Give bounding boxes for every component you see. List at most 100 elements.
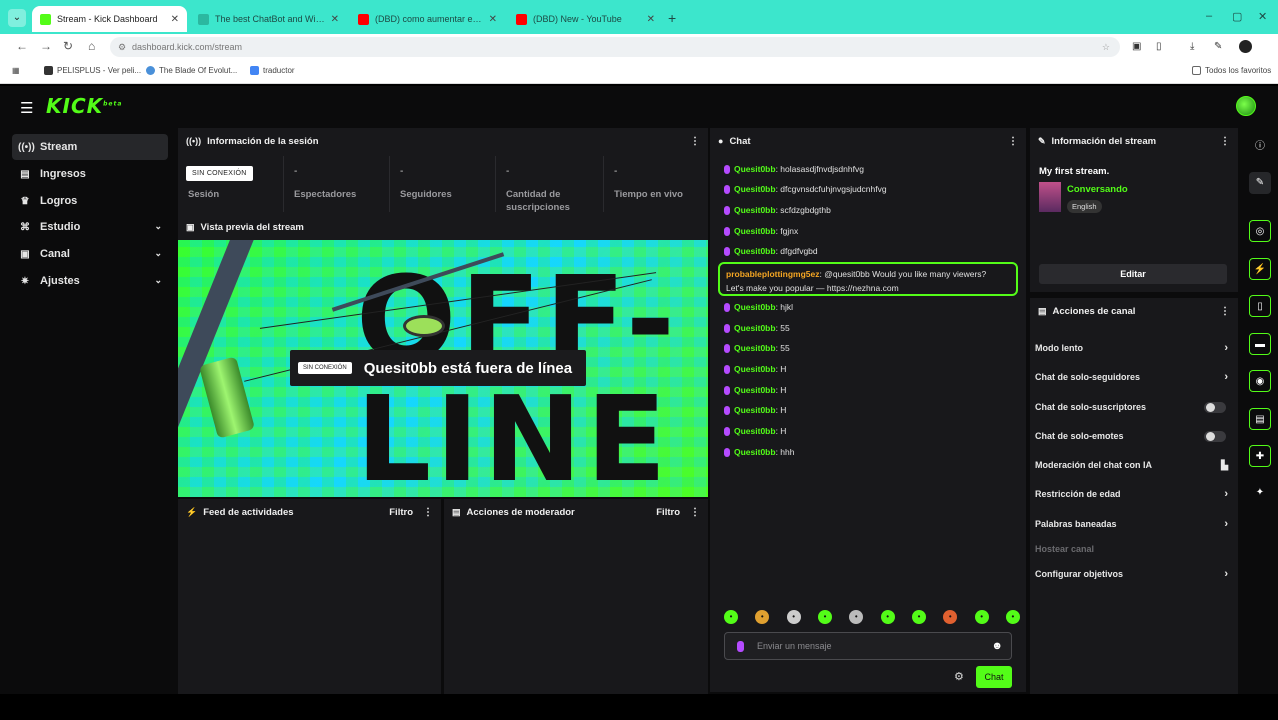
stream-category[interactable]: Conversando (1067, 184, 1128, 195)
sidebar-item-logros[interactable]: ♛ Logros (12, 188, 168, 214)
emote-icon[interactable]: • (911, 610, 926, 624)
edit-stream-button[interactable]: Editar (1039, 264, 1227, 284)
chat-username[interactable]: Quesit0bb (734, 323, 776, 333)
chat-message-input[interactable]: Enviar un mensaje ☻ (724, 632, 1012, 660)
shield-icon[interactable]: ▤ (1249, 408, 1271, 430)
chat-username[interactable]: Quesit0bb (734, 246, 776, 256)
subscribers-only-toggle[interactable] (1204, 402, 1226, 413)
bolt-icon[interactable]: ⚡ (1249, 258, 1271, 280)
category-thumbnail[interactable] (1039, 182, 1061, 212)
user-avatar[interactable] (1236, 96, 1256, 116)
chat-username[interactable]: Quesit0bb (734, 164, 776, 174)
chat-username[interactable]: Quesit0bb (734, 343, 776, 353)
filter-button[interactable]: Filtro (389, 507, 413, 518)
more-options-icon[interactable]: ⋮ (1008, 136, 1018, 147)
site-info-icon[interactable]: ⚙ (118, 37, 126, 57)
chat-username[interactable]: Quesit0bb (734, 385, 776, 395)
followers-only-item[interactable]: Chat de solo-seguidores › (1035, 367, 1230, 387)
browser-tab-youtube-1[interactable]: (DBD) como aumentar el bebo... ✕ (350, 6, 505, 32)
bookmark-traductor[interactable]: traductor (250, 66, 295, 75)
chat-settings-gear-icon[interactable]: ⚙ (954, 670, 964, 683)
more-options-icon[interactable]: ⋮ (690, 507, 700, 518)
more-options-icon[interactable]: ⋮ (1220, 136, 1230, 147)
bookmark-pelisplus[interactable]: PELISPLUS - Ver peli... (44, 66, 141, 75)
banned-words-item[interactable]: Palabras baneadas › (1035, 514, 1230, 534)
browser-tab-kick-dashboard[interactable]: Stream - Kick Dashboard ✕ (32, 6, 187, 32)
emote-icon[interactable]: • (817, 610, 832, 624)
browser-tab-chatbot[interactable]: The best ChatBot and Widget f... ✕ (190, 6, 347, 32)
ai-moderation-item[interactable]: Moderación del chat con IA ▙ (1035, 455, 1230, 475)
forward-icon[interactable]: → (40, 39, 52, 53)
all-bookmarks-folder[interactable]: Todos los favoritos (1192, 66, 1271, 75)
emote-icon[interactable]: • (786, 610, 801, 624)
emote-icon[interactable]: • (849, 610, 864, 624)
configure-goals-item[interactable]: Configurar objetivos › (1035, 564, 1230, 584)
more-options-icon[interactable]: ⋮ (423, 507, 433, 518)
clipboard-icon[interactable]: ▯ (1249, 295, 1271, 317)
stream-preview[interactable]: OFF- LINE SIN CONEXIÓN Quesit0bb está fu… (178, 240, 708, 497)
add-widget-icon[interactable]: ✦ (1249, 482, 1271, 504)
browser-profile-avatar[interactable] (1239, 40, 1252, 53)
filter-button[interactable]: Filtro (656, 507, 680, 518)
browser-tab-youtube-2[interactable]: (DBD) New - YouTube ✕ (508, 6, 663, 32)
chat-username[interactable]: Quesit0bb (734, 205, 776, 215)
close-tab-icon[interactable]: ✕ (331, 14, 339, 25)
send-chat-button[interactable]: Chat (976, 666, 1012, 688)
emotes-only-toggle[interactable] (1204, 431, 1226, 442)
broadcast-icon[interactable]: ◉ (1249, 370, 1271, 392)
wrench-icon[interactable]: ✚ (1249, 445, 1271, 467)
close-tab-icon[interactable]: ✕ (171, 14, 179, 25)
chevron-right-icon: › (1224, 342, 1228, 354)
tab-search-button[interactable]: ⌄ (8, 9, 26, 27)
sidepanel-icon[interactable]: ▯ (1156, 41, 1162, 52)
sidebar-item-estudio[interactable]: ⌘ Estudio ⌄ (12, 214, 168, 240)
reload-icon[interactable]: ↻ (63, 39, 73, 53)
emote-icon[interactable]: • (1005, 610, 1020, 624)
close-tab-icon[interactable]: ✕ (647, 14, 655, 25)
apps-grid-icon[interactable]: ▦ (12, 66, 20, 75)
chat-username[interactable]: Quesit0bb (734, 405, 776, 415)
chat-username[interactable]: Quesit0bb (734, 364, 776, 374)
stat-value: - (614, 166, 618, 177)
chat-username[interactable]: Quesit0bb (734, 226, 776, 236)
minimize-icon[interactable]: – (1206, 10, 1212, 22)
maximize-icon[interactable]: ▢ (1232, 10, 1242, 23)
emoji-picker-icon[interactable]: ☻ (991, 633, 1003, 659)
chat-username[interactable]: Quesit0bb (734, 447, 776, 457)
sidebar-item-canal[interactable]: ▣ Canal ⌄ (12, 241, 168, 267)
slow-mode-item[interactable]: Modo lento › (1035, 338, 1230, 358)
emote-icon[interactable]: • (724, 610, 738, 624)
more-options-icon[interactable]: ⋮ (1220, 306, 1230, 317)
sidebar-item-ingresos[interactable]: ▤ Ingresos (12, 161, 168, 187)
target-icon[interactable]: ◎ (1249, 220, 1271, 242)
emote-icon[interactable]: • (755, 610, 770, 624)
window-close-icon[interactable]: ✕ (1258, 10, 1267, 23)
kick-logo[interactable]: KICKbeta (46, 94, 122, 118)
sidebar-item-ajustes[interactable]: ✷ Ajustes ⌄ (12, 268, 168, 294)
extension-icon[interactable]: ▣ (1132, 41, 1141, 52)
close-tab-icon[interactable]: ✕ (489, 14, 497, 25)
chat-username[interactable]: Quesit0bb (734, 426, 776, 436)
download-icon[interactable]: ⤓ (1190, 41, 1194, 52)
back-icon[interactable]: ← (16, 39, 28, 53)
chat-username[interactable]: probableplottingmg5ez (726, 269, 820, 279)
emote-icon[interactable]: • (943, 610, 958, 624)
bookmark-blade[interactable]: The Blade Of Evolut... (146, 66, 237, 75)
translate-icon[interactable]: ✎ (1214, 41, 1222, 52)
emote-icon[interactable]: • (974, 610, 989, 624)
emote-icon[interactable]: • (880, 610, 895, 624)
home-icon[interactable]: ⌂ (88, 39, 95, 53)
chat-message: Quesit0bb: H (724, 405, 786, 416)
more-options-icon[interactable]: ⋮ (690, 136, 700, 147)
chat-username[interactable]: Quesit0bb (734, 302, 776, 312)
chat-icon[interactable]: ▬ (1249, 333, 1271, 355)
url-input[interactable]: ⚙ dashboard.kick.com/stream ☆ (110, 37, 1120, 57)
chat-username[interactable]: Quesit0bb (734, 184, 776, 194)
age-restriction-item[interactable]: Restricción de edad › (1035, 484, 1230, 504)
menu-icon[interactable]: ☰ (20, 99, 33, 117)
bookmark-star-icon[interactable]: ☆ (1102, 37, 1110, 57)
edit-layout-icon[interactable]: ✎ (1249, 172, 1271, 194)
sidebar-item-stream[interactable]: ((•)) Stream (12, 134, 168, 160)
new-tab-button[interactable]: + (668, 10, 676, 26)
info-icon[interactable]: ⓘ (1249, 136, 1271, 158)
